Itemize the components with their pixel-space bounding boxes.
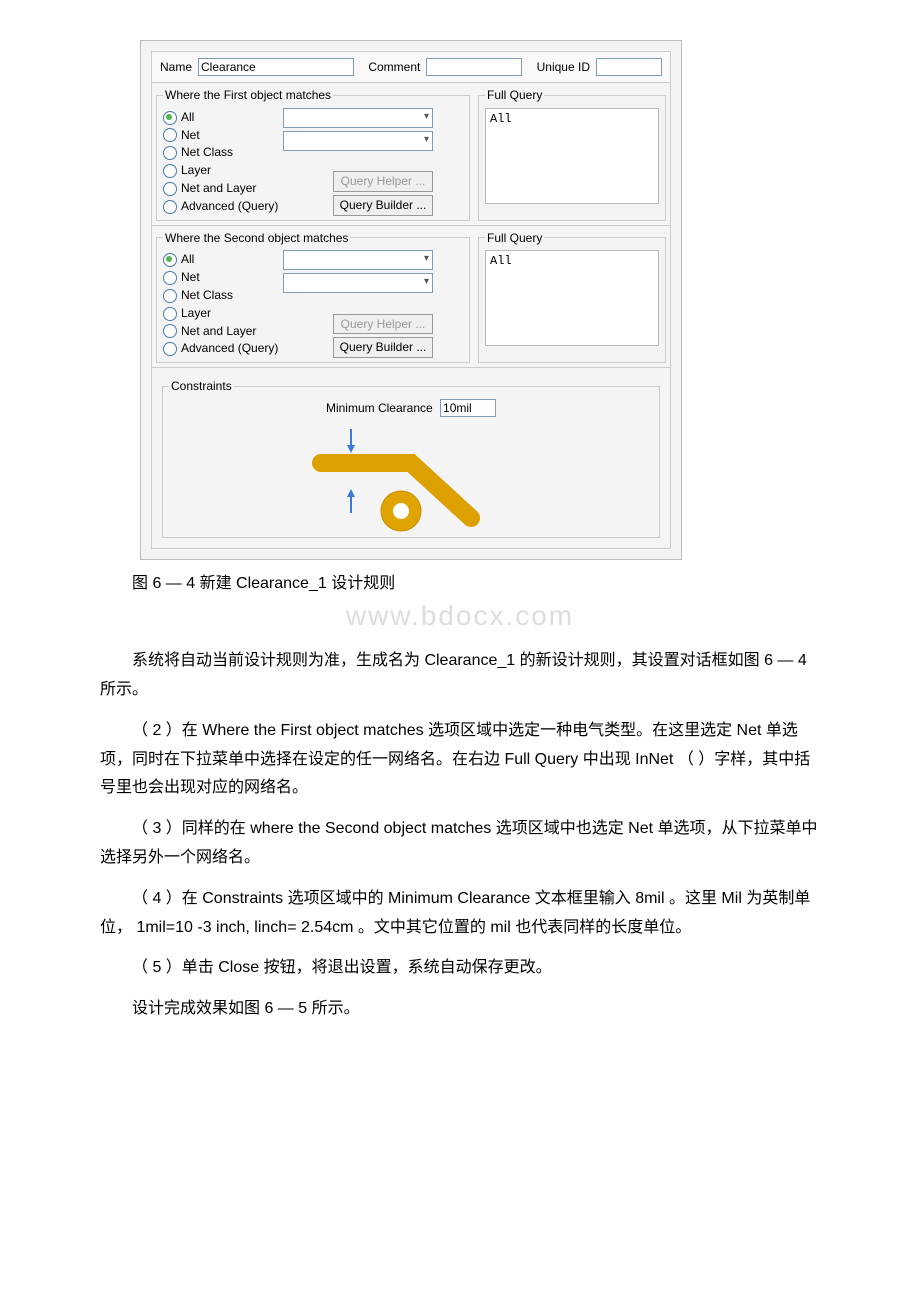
radio-dot-icon — [163, 342, 177, 356]
radio-label: All — [181, 252, 194, 266]
first-match-group: Where the First object matches All Net N… — [151, 83, 671, 226]
radio-advanced[interactable]: Advanced (Query) — [163, 198, 283, 215]
radio-dot-icon — [163, 182, 177, 196]
radio-label: Net — [181, 270, 200, 284]
paragraph-4: （ 4 ）在 Constraints 选项区域中的 Minimum Cleara… — [100, 885, 820, 943]
name-label: Name — [160, 59, 192, 76]
constraints-legend: Constraints — [169, 378, 234, 395]
header-row: Name Comment Unique ID — [151, 51, 671, 83]
full-query-box[interactable]: All — [485, 108, 659, 204]
radio-netclass[interactable]: Net Class — [163, 287, 283, 304]
second-full-query: Full Query All — [478, 230, 666, 364]
query-helper-button[interactable]: Query Helper ... — [333, 314, 433, 335]
radio-dot-icon — [163, 271, 177, 285]
radio-advanced[interactable]: Advanced (Query) — [163, 340, 283, 357]
first-combo-2[interactable] — [283, 131, 433, 151]
radio-label: Net and Layer — [181, 324, 256, 338]
radio-layer[interactable]: Layer — [163, 305, 283, 322]
query-builder-button[interactable]: Query Builder ... — [333, 337, 433, 358]
paragraph-2: （ 2 ）在 Where the First object matches 选项… — [100, 717, 820, 803]
radio-dot-icon — [163, 128, 177, 142]
radio-netclass[interactable]: Net Class — [163, 144, 283, 161]
radio-label: Advanced (Query) — [181, 199, 278, 213]
second-match-legend: Where the Second object matches — [163, 230, 350, 247]
min-clearance-input[interactable] — [440, 399, 496, 417]
second-match-group: Where the Second object matches All Net … — [151, 226, 671, 369]
constraints-fieldset: Constraints Minimum Clearance — [162, 378, 660, 538]
clearance-diagram — [311, 423, 511, 533]
clearance-svg — [311, 423, 511, 533]
uid-input[interactable] — [596, 58, 662, 76]
radio-all[interactable]: All — [163, 109, 283, 126]
second-radio-list: All Net Net Class Layer Net and Layer Ad… — [163, 250, 283, 358]
second-combo-2[interactable] — [283, 273, 433, 293]
radio-label: Layer — [181, 163, 211, 177]
radio-dot-icon — [163, 146, 177, 160]
query-helper-button[interactable]: Query Helper ... — [333, 171, 433, 192]
radio-dot-icon — [163, 200, 177, 214]
second-match-fieldset: Where the Second object matches All Net … — [156, 230, 470, 364]
name-input[interactable] — [198, 58, 354, 76]
radio-label: Net — [181, 128, 200, 142]
rule-dialog: Name Comment Unique ID Where the First o… — [140, 40, 682, 560]
second-combo-1[interactable] — [283, 250, 433, 270]
constraints-group: Constraints Minimum Clearance — [151, 368, 671, 549]
radio-dot-icon — [163, 111, 177, 125]
radio-net[interactable]: Net — [163, 127, 283, 144]
uid-label: Unique ID — [537, 59, 590, 76]
radio-dot-icon — [163, 289, 177, 303]
full-query-legend: Full Query — [485, 87, 544, 104]
comment-input[interactable] — [426, 58, 522, 76]
radio-label: Layer — [181, 306, 211, 320]
radio-label: All — [181, 110, 194, 124]
first-radio-list: All Net Net Class Layer Net and Layer Ad… — [163, 108, 283, 216]
second-controls: Query Helper ... Query Builder ... — [283, 250, 433, 358]
first-match-legend: Where the First object matches — [163, 87, 333, 104]
paragraph-6: 设计完成效果如图 6 — 5 所示。 — [100, 995, 820, 1024]
radio-net[interactable]: Net — [163, 269, 283, 286]
radio-label: Advanced (Query) — [181, 341, 278, 355]
first-controls: Query Helper ... Query Builder ... — [283, 108, 433, 216]
first-combo-1[interactable] — [283, 108, 433, 128]
paragraph-3: （ 3 ）同样的在 where the Second object matche… — [100, 815, 820, 873]
radio-dot-icon — [163, 164, 177, 178]
paragraph-1: 系统将自动当前设计规则为准，生成名为 Clearance_1 的新设计规则，其设… — [100, 647, 820, 705]
radio-dot-icon — [163, 253, 177, 267]
radio-label: Net Class — [181, 288, 233, 302]
radio-layer[interactable]: Layer — [163, 162, 283, 179]
radio-net-and-layer[interactable]: Net and Layer — [163, 323, 283, 340]
query-builder-button[interactable]: Query Builder ... — [333, 195, 433, 216]
radio-label: Net and Layer — [181, 181, 256, 195]
full-query-box[interactable]: All — [485, 250, 659, 346]
radio-dot-icon — [163, 324, 177, 338]
radio-label: Net Class — [181, 145, 233, 159]
radio-all[interactable]: All — [163, 251, 283, 268]
min-clearance-label: Minimum Clearance — [326, 401, 433, 415]
clearance-row: Minimum Clearance — [169, 399, 653, 417]
radio-dot-icon — [163, 307, 177, 321]
paragraph-5: （ 5 ）单击 Close 按钮，将退出设置，系统自动保存更改。 — [100, 954, 820, 983]
radio-net-and-layer[interactable]: Net and Layer — [163, 180, 283, 197]
first-match-fieldset: Where the First object matches All Net N… — [156, 87, 470, 221]
comment-label: Comment — [368, 59, 420, 76]
first-full-query: Full Query All — [478, 87, 666, 221]
full-query-legend: Full Query — [485, 230, 544, 247]
